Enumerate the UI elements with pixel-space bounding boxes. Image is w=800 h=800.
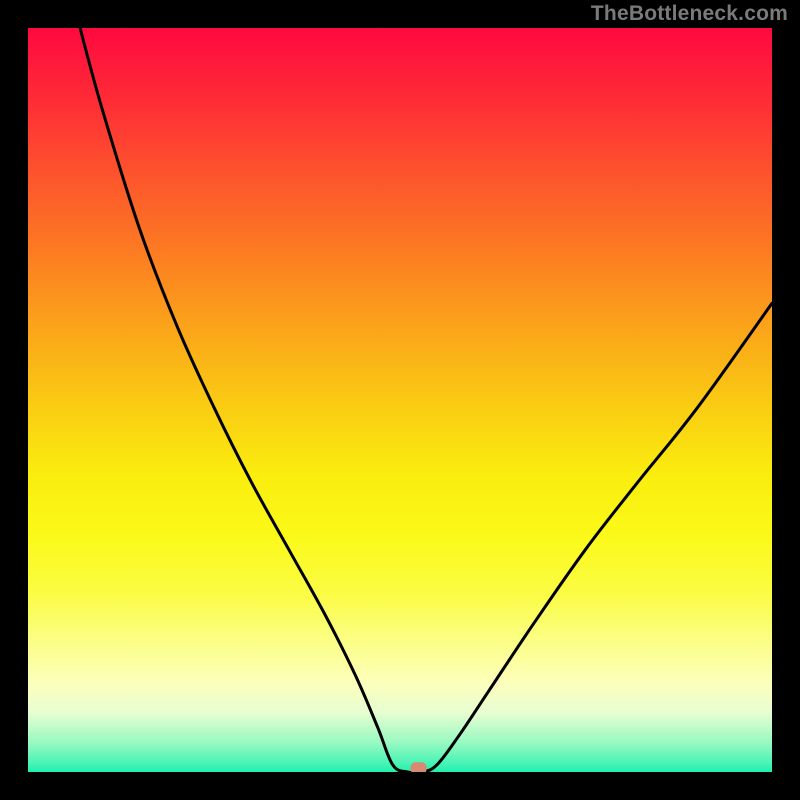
- bottleneck-curve: [80, 28, 772, 772]
- optimal-point-marker: [411, 762, 427, 772]
- watermark-text: TheBottleneck.com: [591, 2, 788, 26]
- plot-area: [28, 28, 772, 772]
- chart-container: TheBottleneck.com: [0, 0, 800, 800]
- curve-layer: [28, 28, 772, 772]
